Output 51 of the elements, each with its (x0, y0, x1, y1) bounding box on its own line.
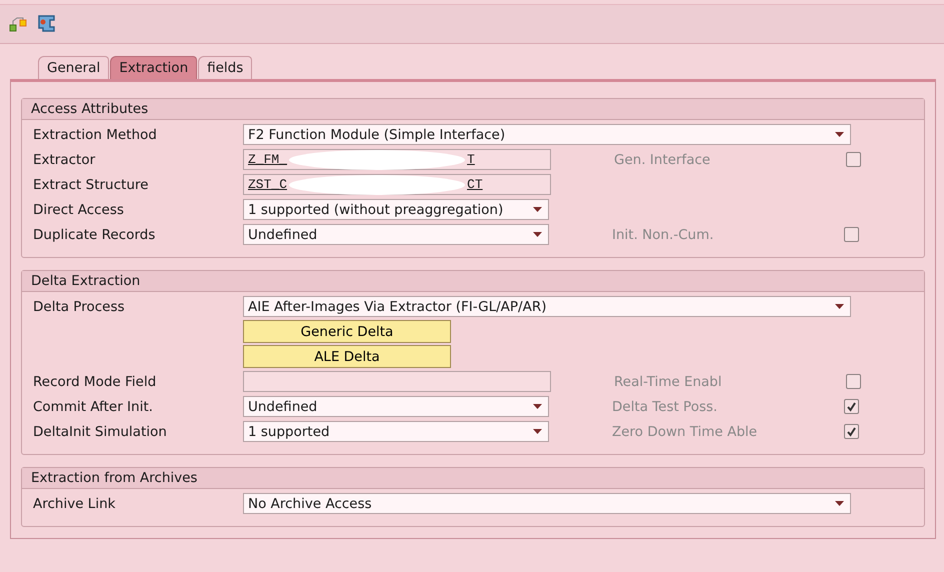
field-label: Extraction Method (32, 126, 158, 142)
dropdown[interactable]: 1 supported (without preaggregation) (243, 199, 549, 220)
input-field[interactable]: ZST_C CT (243, 174, 551, 195)
clamp-icon[interactable] (37, 14, 57, 34)
caret-icon (533, 232, 542, 237)
caret-icon (835, 501, 844, 506)
field-value: T (467, 152, 475, 167)
option-label: Zero Down Time Able (611, 424, 758, 440)
checkbox[interactable] (844, 399, 859, 414)
field-label: Direct Access (32, 202, 125, 218)
tab[interactable]: Extraction (110, 56, 198, 79)
caret-icon (835, 132, 844, 137)
caret-icon (533, 207, 542, 212)
dropdown[interactable]: Undefined (243, 224, 549, 245)
input-field[interactable]: Z_FM_ T (243, 149, 551, 170)
delta-button[interactable]: ALE Delta (243, 345, 451, 368)
field-value: CT (467, 177, 483, 192)
option-label: Real-Time Enabl (613, 374, 723, 390)
field-label: Delta Process (32, 298, 126, 314)
tab[interactable]: General (38, 56, 110, 79)
caret-icon (533, 404, 542, 409)
field-label: Extract Structure (32, 176, 150, 192)
option-label: Gen. Interface (613, 152, 712, 168)
delta-button[interactable]: Generic Delta (243, 320, 451, 343)
option-label: Init. Non.-Cum. (611, 226, 715, 242)
caret-icon (835, 304, 844, 309)
dropdown[interactable]: F2 Function Module (Simple Interface) (243, 124, 851, 145)
hierarchy-icon[interactable] (9, 15, 27, 33)
group-title: Extraction from Archives (22, 468, 924, 489)
checkbox[interactable] (844, 424, 859, 439)
field-label: Commit After Init. (32, 398, 154, 414)
field-value: ZST_C (248, 177, 288, 192)
option-label: Delta Test Poss. (611, 398, 718, 414)
input-field[interactable] (243, 371, 551, 392)
field-label: Record Mode Field (32, 374, 158, 390)
field-label: DeltaInit Simulation (32, 424, 168, 440)
tab[interactable]: fields (198, 56, 252, 79)
dropdown[interactable]: Undefined (243, 396, 549, 417)
caret-icon (533, 429, 542, 434)
checkbox[interactable] (846, 374, 861, 389)
field-label: Extractor (32, 152, 96, 168)
field-value: Z_FM_ (248, 152, 288, 167)
field-label: Archive Link (32, 496, 116, 512)
checkbox[interactable] (844, 227, 859, 242)
field-label: Duplicate Records (32, 226, 156, 242)
dropdown[interactable]: 1 supported (243, 421, 549, 442)
dropdown[interactable]: No Archive Access (243, 493, 851, 514)
dropdown[interactable]: AIE After-Images Via Extractor (FI-GL/AP/AR) (243, 296, 851, 317)
group-title: Access Attributes (22, 99, 924, 120)
checkbox[interactable] (846, 152, 861, 167)
group-title: Delta Extraction (22, 271, 924, 292)
